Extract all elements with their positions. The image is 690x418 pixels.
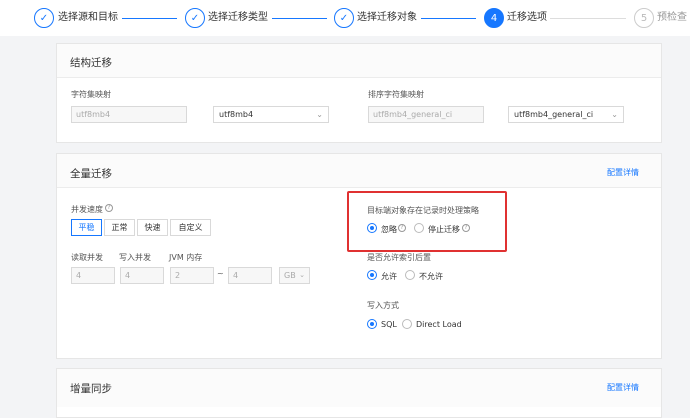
step-3-label: 选择迁移对象: [357, 12, 417, 23]
collation-label: 排序字符集映射: [368, 90, 424, 99]
help-icon[interactable]: ?: [105, 204, 113, 212]
speed-option-custom[interactable]: 自定义: [170, 219, 211, 236]
highlight-box: [347, 191, 507, 252]
config-details-link[interactable]: 配置详情: [607, 382, 639, 393]
read-concurrency-input: 4: [71, 267, 115, 284]
check-icon: ✓: [34, 8, 54, 28]
check-icon: ✓: [185, 8, 205, 28]
step-4-label: 迁移选项: [507, 12, 547, 23]
write-mode-sql-radio[interactable]: [367, 319, 377, 329]
step-connector: [122, 18, 177, 19]
step-connector: [550, 18, 626, 19]
charset-target-select[interactable]: utf8mb4 ⌄: [213, 106, 329, 123]
write-concurrency-label: 写入并发: [119, 253, 151, 262]
check-icon: ✓: [334, 8, 354, 28]
write-mode-label: 写入方式: [367, 301, 399, 310]
speed-option-fast[interactable]: 快速: [137, 219, 168, 236]
card-header: 增量同步 配置详情: [57, 369, 661, 407]
jvm-min-input: 2: [170, 267, 214, 284]
write-concurrency-input: 4: [120, 267, 164, 284]
jvm-max-input: 4: [228, 267, 272, 284]
jvm-memory-label: JVM 内存: [169, 253, 203, 262]
index-disallow-radio[interactable]: [405, 270, 415, 280]
chevron-down-icon: ⌄: [316, 110, 323, 119]
chevron-down-icon: ⌄: [299, 271, 305, 279]
write-mode-direct-load-radio[interactable]: [402, 319, 412, 329]
index-postpone-label: 是否允许索引后置: [367, 253, 431, 262]
step-1-label: 选择源和目标: [58, 12, 118, 23]
speed-label: 并发速度: [71, 205, 103, 214]
charset-source-input: utf8mb4: [71, 106, 187, 123]
full-migration-card: 全量迁移 配置详情 并发速度 ? 平稳 正常 快速 自定义 读取并发 写入并发 …: [56, 153, 662, 359]
speed-option-smooth[interactable]: 平稳: [71, 219, 102, 236]
card-header: 全量迁移 配置详情: [57, 154, 661, 188]
jvm-unit-value: GB: [284, 271, 296, 280]
card-title: 增量同步: [70, 383, 112, 395]
speed-option-normal[interactable]: 正常: [104, 219, 135, 236]
jvm-unit-select: GB ⌄: [279, 267, 310, 284]
structure-migration-card: 结构迁移 字符集映射 utf8mb4 utf8mb4 ⌄ 排序字符集映射 utf…: [56, 43, 662, 143]
collation-target-select[interactable]: utf8mb4_general_ci ⌄: [508, 106, 624, 123]
write-mode-sql-label[interactable]: SQL: [381, 320, 397, 329]
write-mode-direct-load-label[interactable]: Direct Load: [416, 320, 462, 329]
range-separator: ~: [217, 269, 224, 278]
charset-target-value: utf8mb4: [219, 110, 254, 119]
chevron-down-icon: ⌄: [611, 110, 618, 119]
card-header: 结构迁移: [57, 44, 661, 78]
card-title: 结构迁移: [70, 57, 112, 69]
index-allow-radio[interactable]: [367, 270, 377, 280]
incremental-sync-card: 增量同步 配置详情: [56, 368, 662, 418]
index-disallow-label[interactable]: 不允许: [419, 271, 443, 282]
collation-source-input: utf8mb4_general_ci: [368, 106, 484, 123]
step-connector: [272, 18, 327, 19]
charset-label: 字符集映射: [71, 90, 111, 99]
step-5-number: 5: [634, 8, 654, 28]
step-4-number: 4: [484, 8, 504, 28]
step-connector: [421, 18, 476, 19]
collation-target-value: utf8mb4_general_ci: [514, 110, 594, 119]
config-details-link[interactable]: 配置详情: [607, 167, 639, 178]
steps-bar: ✓ 选择源和目标 ✓ 选择迁移类型 ✓ 选择迁移对象 4 迁移选项 5 预检查: [0, 0, 690, 36]
index-allow-label[interactable]: 允许: [381, 271, 397, 282]
card-title: 全量迁移: [70, 168, 112, 180]
step-5-label: 预检查: [657, 12, 687, 23]
step-2-label: 选择迁移类型: [208, 12, 268, 23]
read-concurrency-label: 读取并发: [71, 253, 103, 262]
